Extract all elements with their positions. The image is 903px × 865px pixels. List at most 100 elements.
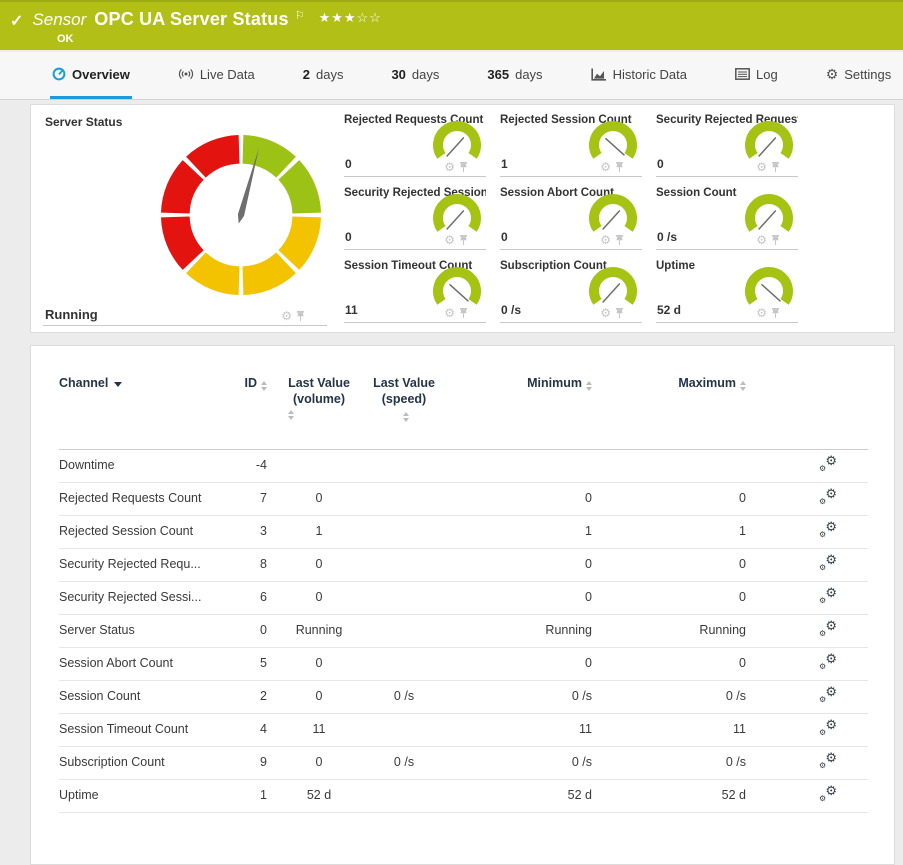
- channel-settings-gears-icon[interactable]: ⚙⚙: [819, 654, 837, 670]
- tab-label: Historic Data: [613, 67, 687, 82]
- small-gauge-actions: ⚙: [600, 234, 624, 246]
- cell-last-volume: 52 d: [269, 779, 369, 812]
- cell-maximum: 0 /s: [594, 680, 748, 713]
- small-gauge-needle: [603, 284, 619, 302]
- tab-settings[interactable]: ⚙ Settings: [824, 52, 894, 99]
- pin-icon[interactable]: [771, 308, 780, 319]
- cell-id: -4: [241, 449, 269, 482]
- gear-icon[interactable]: ⚙: [600, 307, 611, 319]
- small-gauge-value: 0: [657, 157, 664, 171]
- cell-last-speed: [369, 449, 439, 482]
- table-row: Session Abort Count5000⚙⚙: [59, 647, 868, 680]
- channel-settings-gears-icon[interactable]: ⚙⚙: [819, 456, 837, 472]
- gear-icon: ⚙: [826, 67, 839, 81]
- column-header-min[interactable]: Minimum: [439, 376, 594, 449]
- gear-icon[interactable]: ⚙: [444, 234, 455, 246]
- table-row: Rejected Session Count3111⚙⚙: [59, 515, 868, 548]
- cell-actions: ⚙⚙: [748, 548, 868, 581]
- tab-label: Settings: [844, 67, 891, 82]
- pin-icon[interactable]: [615, 162, 624, 173]
- channel-settings-gears-icon[interactable]: ⚙⚙: [819, 522, 837, 538]
- pin-icon[interactable]: [615, 235, 624, 246]
- channel-settings-gears-icon[interactable]: ⚙⚙: [819, 753, 837, 769]
- tab-live-data[interactable]: Live Data: [176, 52, 257, 99]
- channel-filter-arrow-icon[interactable]: [114, 382, 122, 387]
- pin-icon[interactable]: [459, 235, 468, 246]
- channel-settings-gears-icon[interactable]: ⚙⚙: [819, 786, 837, 802]
- channel-settings-gears-icon[interactable]: ⚙⚙: [819, 720, 837, 736]
- column-header-last_speed[interactable]: Last Value(speed): [369, 376, 439, 449]
- gear-icon[interactable]: ⚙: [756, 234, 767, 246]
- cell-last-speed: [369, 482, 439, 515]
- channel-settings-gears-icon[interactable]: ⚙⚙: [819, 489, 837, 505]
- cell-actions: ⚙⚙: [748, 680, 868, 713]
- cell-id: 3: [241, 515, 269, 548]
- pin-icon[interactable]: [771, 162, 780, 173]
- channel-settings-gears-icon[interactable]: ⚙⚙: [819, 687, 837, 703]
- tab-overview[interactable]: Overview: [50, 52, 132, 99]
- cell-maximum: 1: [594, 515, 748, 548]
- table-row: Security Rejected Requ...8000⚙⚙: [59, 548, 868, 581]
- column-header-label: Maximum: [678, 376, 736, 390]
- flag-icon[interactable]: ⚐: [295, 9, 305, 22]
- cell-last-volume: 0: [269, 581, 369, 614]
- cell-channel: Rejected Requests Count: [59, 482, 241, 515]
- table-row: Uptime152 d52 d52 d⚙⚙: [59, 779, 868, 812]
- broadcast-icon: [178, 68, 194, 80]
- channel-settings-gears-icon[interactable]: ⚙⚙: [819, 555, 837, 571]
- gear-icon: ⚙: [825, 718, 837, 731]
- pin-icon[interactable]: [771, 235, 780, 246]
- cell-maximum: 0: [594, 647, 748, 680]
- tab-365-days[interactable]: 365days: [485, 52, 544, 99]
- tab-log[interactable]: Log: [733, 52, 780, 99]
- cell-maximum: 0: [594, 581, 748, 614]
- sort-arrows-icon[interactable]: [403, 412, 409, 422]
- cell-minimum: Running: [439, 614, 594, 647]
- main-gauge-value: Running: [45, 307, 98, 322]
- tab-2-days[interactable]: 2days: [301, 52, 346, 99]
- chart-icon: [591, 68, 607, 81]
- column-header-id[interactable]: ID: [241, 376, 269, 449]
- cell-channel: Session Abort Count: [59, 647, 241, 680]
- cell-channel: Session Timeout Count: [59, 713, 241, 746]
- main-gauge-cell: Server Status Running ⚙: [31, 105, 339, 334]
- pin-icon[interactable]: [459, 162, 468, 173]
- column-header-last_volume[interactable]: Last Value(volume): [269, 376, 369, 449]
- sort-arrows-icon[interactable]: [740, 381, 746, 391]
- sort-arrows-icon[interactable]: [586, 381, 592, 391]
- small-gauge-value: 0: [501, 230, 508, 244]
- sort-arrows-icon[interactable]: [288, 410, 350, 420]
- gear-icon[interactable]: ⚙: [444, 307, 455, 319]
- gear-icon[interactable]: ⚙: [444, 161, 455, 173]
- gear-icon[interactable]: ⚙: [600, 161, 611, 173]
- tab-historic-data[interactable]: Historic Data: [589, 52, 689, 99]
- gear-icon: ⚙: [819, 597, 826, 605]
- column-header-label: Minimum: [527, 376, 582, 390]
- small-gauge-actions: ⚙: [756, 161, 780, 173]
- pin-icon[interactable]: [459, 308, 468, 319]
- gear-icon: ⚙: [825, 784, 837, 797]
- gear-icon: ⚙: [825, 619, 837, 632]
- pin-icon[interactable]: [615, 308, 624, 319]
- channel-settings-gears-icon[interactable]: ⚙⚙: [819, 588, 837, 604]
- small-gauge-arc: [750, 272, 788, 302]
- server-status-gauge: [157, 131, 325, 299]
- gear-icon[interactable]: ⚙: [281, 310, 292, 322]
- cell-last-speed: [369, 713, 439, 746]
- channel-settings-gears-icon[interactable]: ⚙⚙: [819, 621, 837, 637]
- pin-icon[interactable]: [296, 311, 305, 322]
- small-gauge-value: 0: [345, 230, 352, 244]
- table-row: Downtime-4⚙⚙: [59, 449, 868, 482]
- column-header-channel[interactable]: Channel: [59, 376, 241, 449]
- tab-30-days[interactable]: 30days: [389, 52, 441, 99]
- priority-star-rating[interactable]: ★★★☆☆: [319, 10, 382, 26]
- gear-icon[interactable]: ⚙: [756, 307, 767, 319]
- cell-last-volume: 0: [269, 647, 369, 680]
- cell-minimum: 0: [439, 482, 594, 515]
- gear-icon[interactable]: ⚙: [600, 234, 611, 246]
- gear-icon[interactable]: ⚙: [756, 161, 767, 173]
- cell-last-speed: [369, 581, 439, 614]
- column-header-max[interactable]: Maximum: [594, 376, 748, 449]
- sort-arrows-icon[interactable]: [261, 381, 267, 391]
- cell-last-speed: [369, 779, 439, 812]
